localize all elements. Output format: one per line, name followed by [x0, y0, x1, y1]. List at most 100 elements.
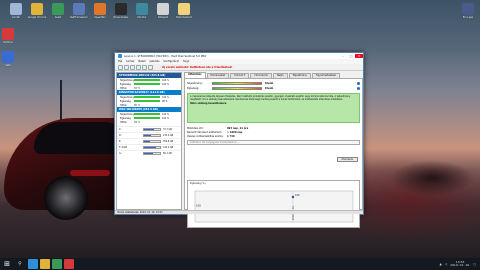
clock-date: 2019. 01. 16. [450, 263, 471, 267]
app-icon-7[interactable]: Szoftver [0, 28, 22, 44]
status-notice: A merevlemez állapota teljesen tökéletes… [187, 93, 360, 123]
volume-usage-bar [143, 134, 161, 137]
volume-usage-fill [144, 153, 153, 154]
disk-list-panel: ST500DM002-1BD142 (465.8 GB) Teljesítmény… [116, 72, 182, 210]
pc-icon-glyph [462, 3, 474, 15]
update-alert-link[interactable]: Új verzió elérhető: Kattintson ide a fri… [162, 66, 232, 69]
network-icon[interactable]: ▲ [439, 262, 441, 266]
minimize-icon[interactable]: – [339, 54, 347, 58]
desktop-icon-label: Speedfan [94, 16, 106, 19]
taskbar-app-icon[interactable] [52, 259, 62, 269]
volume-free: 70.7 GB [163, 128, 172, 131]
app-icon-2-glyph [73, 3, 85, 15]
car-light [70, 170, 110, 176]
disk-perf-value: 100 % [162, 95, 169, 99]
disk-health-label: Egészség [120, 99, 131, 103]
app-icon-5-glyph [136, 3, 148, 15]
volume-name: F: Adat [119, 146, 127, 149]
overview-tab-content: Teljesítmény: Kiváló Egészség: Kiváló A … [184, 78, 363, 228]
app-icon-8[interactable]: Safe [0, 51, 22, 67]
taskbar: ⊞ ⚲ ▲ ◁ 10:53 2019. 01. 16. ▢ [0, 258, 480, 270]
health-label: Egészség: [187, 87, 200, 90]
window-controls: – □ ✕ [339, 54, 363, 58]
test-icon[interactable] [130, 64, 135, 70]
disk-temp-row: Hőfok 34 °C [117, 120, 181, 124]
file-icon[interactable]: Dokumentum [170, 3, 198, 19]
health-value: Kiváló [265, 87, 274, 90]
desktop-icon-label: Notepad [157, 16, 169, 19]
volume-usage-fill [144, 135, 152, 136]
disk-health-value: 100 % [162, 82, 169, 86]
desktop-icon-label: Szoftver [3, 41, 13, 44]
refresh-icon[interactable] [118, 64, 123, 70]
disk-health-label: Egészség [120, 82, 131, 86]
health-help-icon[interactable] [357, 87, 360, 90]
disk-perf-bar [134, 78, 160, 82]
close-icon[interactable]: ✕ [355, 54, 363, 58]
volume-row[interactable]: G: 80.1 GB [117, 150, 181, 156]
notice-footer: Nincs szükség beavatkozásra. [190, 102, 228, 105]
menu-report[interactable]: Jelentés [150, 60, 160, 63]
notification-icon[interactable]: ▢ [473, 262, 476, 266]
menu-file[interactable]: Fájl [118, 60, 122, 63]
disk-perf-label: Teljesítmény [120, 78, 135, 82]
power-on-label: Működési idő: [187, 126, 204, 130]
volume-free: 80.1 GB [163, 152, 172, 155]
disk-perf-value: 100 % [162, 112, 169, 116]
disk-temp-label: Hőfok [120, 120, 127, 124]
chrome-icon-glyph [31, 3, 43, 15]
starts-value: 1 740 [227, 134, 235, 138]
volume-name: C: [119, 128, 122, 131]
disk-health-label: Egészség [120, 116, 131, 120]
notice-text: A merevlemez állapota teljesen tökéletes… [190, 95, 351, 101]
volume-free: 350.8 GB [163, 140, 174, 143]
disk-perf-label: Teljesítmény [120, 95, 135, 99]
menu-view[interactable]: Nézet [138, 60, 145, 63]
performance-label: Teljesítmény: [187, 82, 203, 85]
volume-name: E: [119, 140, 122, 143]
volume-usage-fill [144, 147, 156, 148]
status-bar: Utolsó adatlekérés: 2019. 01. 16. 10:53 [115, 210, 363, 214]
health-chart: Egészség (%) 1001002019. 01. 16. [187, 180, 360, 228]
disk-health-bar [134, 82, 160, 86]
menu-disk[interactable]: Lemez [126, 60, 134, 63]
windows-start-icon[interactable]: ⊞ [0, 258, 14, 270]
volume-usage-fill [144, 129, 154, 130]
pc-icon[interactable]: Ez a gép [454, 3, 480, 19]
volume-usage-bar [143, 128, 161, 131]
volume-free: 215.0 GB [163, 134, 174, 137]
performance-gauge [212, 82, 262, 85]
schedule-button[interactable]: Ütemezés [336, 157, 358, 162]
volume-icon[interactable]: ◁ [445, 262, 447, 266]
taskbar-app-icon[interactable] [40, 259, 50, 269]
settings-icon[interactable] [136, 64, 141, 70]
taskbar-app-icon[interactable] [28, 259, 38, 269]
menu-help[interactable]: Súgó [183, 60, 189, 63]
app-icon-7-glyph [2, 28, 14, 40]
chart-point [291, 195, 295, 199]
chart-plot-area [194, 190, 354, 223]
volume-name: D: [119, 134, 122, 137]
clock[interactable]: 10:53 2019. 01. 16. [450, 261, 470, 267]
maximize-icon[interactable]: □ [347, 54, 355, 58]
menu-config[interactable]: Konfiguráció [164, 60, 180, 63]
info-icon[interactable] [148, 64, 153, 70]
taskbar-app-icon[interactable] [64, 259, 74, 269]
help-icon[interactable] [142, 64, 147, 70]
disk-perf-value: 100 % [162, 78, 169, 82]
info-block: Működési idő: 993 nap, 11 óra Becsült há… [187, 126, 360, 138]
remaining-label: Becsült hátralevő élettartam: [187, 130, 223, 134]
disk-health-bar [134, 116, 160, 120]
remaining-value: > 1000 nap [227, 130, 243, 134]
search-icon[interactable]: ⚲ [14, 258, 26, 270]
volume-usage-fill [144, 141, 151, 142]
volume-usage-bar [143, 140, 161, 143]
disk-temp-value: 34 °C [134, 120, 141, 124]
performance-help-icon[interactable] [357, 82, 360, 85]
desktop-icon-label: Safe [5, 64, 11, 67]
hdsentinel-window: Lenovo 1, ST500DM002 (HD-HDD) - Hard Dis… [114, 52, 364, 228]
comment-field[interactable]: Kattintson ide megjegyzés hozzáadásához … [187, 140, 360, 145]
app-icon-1-glyph [52, 3, 64, 15]
taskbar-apps [26, 259, 74, 269]
report-icon[interactable] [124, 64, 129, 70]
